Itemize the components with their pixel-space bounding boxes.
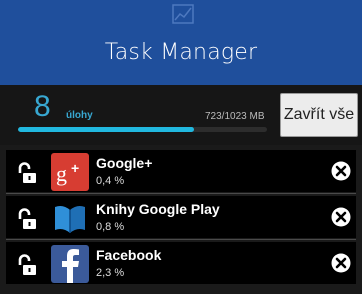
google-plus-icon: g + <box>51 153 89 191</box>
play-books-icon <box>51 199 89 237</box>
close-all-button[interactable]: Zavřít vše <box>280 93 358 137</box>
list-item[interactable]: Knihy Google Play 0,8 % <box>6 196 356 238</box>
chart-icon <box>172 4 194 24</box>
task-label: úlohy <box>66 110 93 121</box>
app-usage: 0,8 % <box>96 221 125 233</box>
list-item[interactable]: Facebook 2,3 % <box>6 242 356 284</box>
list-item[interactable]: g + Google+ 0,4 % <box>6 150 356 192</box>
unlocked-padlock-icon[interactable] <box>17 162 37 184</box>
memory-progress-bar <box>18 127 267 132</box>
app-name: Facebook <box>96 247 162 263</box>
close-icon[interactable] <box>331 207 351 227</box>
app-usage: 0,4 % <box>96 175 125 187</box>
task-count: 8 <box>34 90 51 123</box>
task-manager-app: Task Manager 8 úlohy 723/1023 MB Zavřít … <box>0 0 362 294</box>
app-list: g + Google+ 0,4 % Knihy Google Play 0,8 … <box>0 145 362 294</box>
unlocked-padlock-icon[interactable] <box>17 254 37 276</box>
app-name: Knihy Google Play <box>96 201 220 217</box>
svg-text:+: + <box>71 160 79 176</box>
close-icon[interactable] <box>331 253 351 273</box>
header: Task Manager <box>0 0 362 85</box>
memory-progress-fill <box>18 127 195 132</box>
page-title: Task Manager <box>104 40 258 65</box>
divider <box>6 193 356 194</box>
app-usage: 2,3 % <box>96 267 125 279</box>
divider <box>6 239 356 240</box>
app-name: Google+ <box>96 155 153 171</box>
facebook-icon <box>51 245 89 283</box>
unlocked-padlock-icon[interactable] <box>17 208 37 230</box>
memory-usage-text: 723/1023 MB <box>205 111 265 122</box>
close-icon[interactable] <box>331 161 351 181</box>
svg-text:g: g <box>56 161 67 186</box>
